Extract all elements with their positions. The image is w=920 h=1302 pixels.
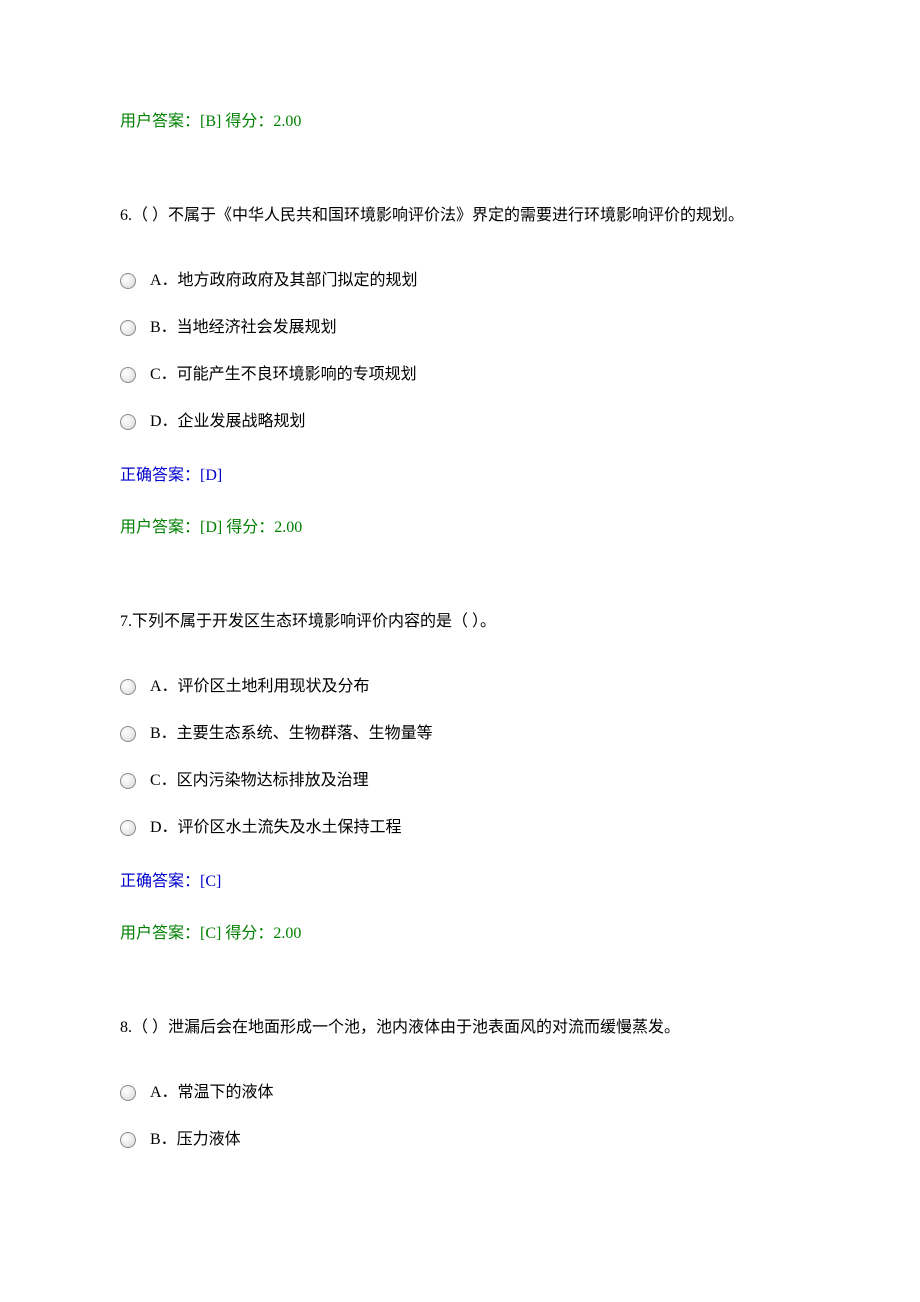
q6-text: 6.（ ）不属于《中华人民共和国环境影响评价法》界定的需要进行环境影响评价的规划…	[120, 204, 800, 228]
q7-option-d[interactable]: D．评价区水土流失及水土保持工程	[120, 815, 800, 840]
radio-icon[interactable]	[120, 820, 136, 836]
q7-options: A．评价区土地利用现状及分布 B．主要生态系统、生物群落、生物量等 C．区内污染…	[120, 674, 800, 840]
q8-text: 8.（ ）泄漏后会在地面形成一个池，池内液体由于池表面风的对流而缓慢蒸发。	[120, 1016, 800, 1040]
q8-option-a[interactable]: A．常温下的液体	[120, 1080, 800, 1105]
radio-icon[interactable]	[120, 273, 136, 289]
q6-option-d[interactable]: D．企业发展战略规划	[120, 409, 800, 434]
q6-option-c[interactable]: C．可能产生不良环境影响的专项规划	[120, 362, 800, 387]
option-label: B．压力液体	[150, 1127, 241, 1152]
radio-icon[interactable]	[120, 679, 136, 695]
q7-option-c[interactable]: C．区内污染物达标排放及治理	[120, 768, 800, 793]
document-page: 用户答案：[B] 得分：2.00 6.（ ）不属于《中华人民共和国环境影响评价法…	[0, 0, 920, 1222]
q6-option-a[interactable]: A．地方政府政府及其部门拟定的规划	[120, 268, 800, 293]
q6-user-answer: 用户答案：[D] 得分：2.00	[120, 516, 800, 540]
option-label: D．企业发展战略规划	[150, 409, 306, 434]
option-label: A．地方政府政府及其部门拟定的规划	[150, 268, 418, 293]
radio-icon[interactable]	[120, 1132, 136, 1148]
q7-user-answer: 用户答案：[C] 得分：2.00	[120, 922, 800, 946]
q6-correct-answer: 正确答案：[D]	[120, 464, 800, 488]
radio-icon[interactable]	[120, 1085, 136, 1101]
q7-correct-answer: 正确答案：[C]	[120, 870, 800, 894]
radio-icon[interactable]	[120, 414, 136, 430]
option-label: D．评价区水土流失及水土保持工程	[150, 815, 402, 840]
option-label: C．可能产生不良环境影响的专项规划	[150, 362, 417, 387]
radio-icon[interactable]	[120, 726, 136, 742]
radio-icon[interactable]	[120, 367, 136, 383]
radio-icon[interactable]	[120, 320, 136, 336]
q6-options: A．地方政府政府及其部门拟定的规划 B．当地经济社会发展规划 C．可能产生不良环…	[120, 268, 800, 434]
q7-option-b[interactable]: B．主要生态系统、生物群落、生物量等	[120, 721, 800, 746]
option-label: A．常温下的液体	[150, 1080, 274, 1105]
q6-option-b[interactable]: B．当地经济社会发展规划	[120, 315, 800, 340]
q7-text: 7.下列不属于开发区生态环境影响评价内容的是（ ）。	[120, 610, 800, 634]
q8-option-b[interactable]: B．压力液体	[120, 1127, 800, 1152]
option-label: B．主要生态系统、生物群落、生物量等	[150, 721, 433, 746]
q5-user-answer: 用户答案：[B] 得分：2.00	[120, 110, 800, 134]
q7-option-a[interactable]: A．评价区土地利用现状及分布	[120, 674, 800, 699]
q8-options: A．常温下的液体 B．压力液体	[120, 1080, 800, 1152]
option-label: A．评价区土地利用现状及分布	[150, 674, 370, 699]
option-label: B．当地经济社会发展规划	[150, 315, 337, 340]
option-label: C．区内污染物达标排放及治理	[150, 768, 369, 793]
radio-icon[interactable]	[120, 773, 136, 789]
